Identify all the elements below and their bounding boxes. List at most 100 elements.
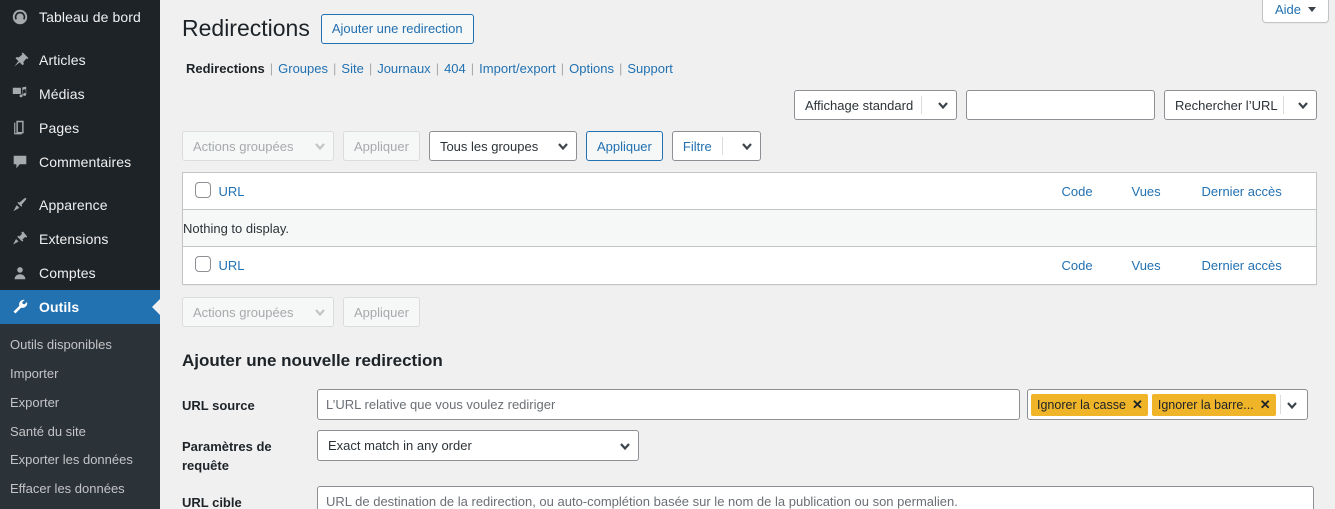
flag-chip-ignore-case[interactable]: Ignorer la casse ✕ [1031, 394, 1148, 416]
sidebar-item-users[interactable]: Comptes [0, 256, 160, 290]
subnav-item-404[interactable]: 404 [444, 61, 466, 76]
page-wrapper: Redirections Ajouter une redirection Red… [160, 0, 1335, 509]
sidebar-item-plugins[interactable]: Extensions [0, 222, 160, 256]
submenu-item-erase-personal-data[interactable]: Effacer les données [0, 475, 160, 504]
main-content: Aide Redirections Ajouter une redirectio… [160, 0, 1335, 509]
chip-label: Ignorer la casse [1037, 398, 1126, 412]
redirects-table: URL Code Vues Dernier accès Nothing to d… [182, 172, 1317, 285]
sidebar-item-pages[interactable]: Pages [0, 111, 160, 145]
plugin-icon [10, 229, 30, 249]
table-footer-row: URL Code Vues Dernier accès [183, 247, 1317, 285]
table-header-row: URL Code Vues Dernier accès [183, 173, 1317, 210]
add-redirect-form-title: Ajouter une nouvelle redirection [182, 351, 1317, 371]
sidebar-divider [0, 179, 160, 188]
bulk-actions-select[interactable]: Actions groupées [182, 131, 334, 161]
column-header-last-access[interactable]: Dernier accès [1202, 173, 1317, 210]
column-header-code[interactable]: Code [1062, 173, 1132, 210]
subnav-item-options[interactable]: Options [569, 61, 614, 76]
media-icon [10, 84, 30, 104]
submenu-item-import[interactable]: Importer [0, 360, 160, 389]
column-footer-url[interactable]: URL [219, 247, 1062, 285]
source-url-input[interactable] [317, 389, 1020, 420]
dashboard-icon [10, 7, 30, 27]
bulk-actions-select-bottom[interactable]: Actions groupées [182, 297, 334, 327]
display-mode-value: Affichage standard [805, 98, 913, 113]
add-redirect-form: URL source Ignorer la casse ✕ Ignorer la… [182, 389, 1317, 509]
bulk-apply-button[interactable]: Appliquer [343, 131, 420, 161]
source-flags-box[interactable]: Ignorer la casse ✕ Ignorer la barre... ✕ [1027, 389, 1308, 420]
chevron-down-icon[interactable] [1280, 395, 1304, 414]
bulk-actions-value: Actions groupées [193, 139, 293, 154]
sidebar-item-label: Commentaires [39, 155, 131, 169]
column-footer-code[interactable]: Code [1062, 247, 1132, 285]
subnav-separator: | [328, 61, 341, 76]
sidebar-item-posts[interactable]: Articles [0, 43, 160, 77]
subnav-item-groupes[interactable]: Groupes [278, 61, 328, 76]
search-input[interactable] [966, 90, 1155, 120]
query-params-select[interactable]: Exact match in any order [317, 430, 639, 461]
search-controls: Affichage standard Rechercher l’URL [794, 90, 1317, 120]
divider [921, 96, 922, 114]
sidebar-item-label: Extensions [39, 232, 108, 246]
target-url-label: URL cible [182, 486, 317, 509]
sidebar-item-label: Comptes [39, 266, 96, 280]
flag-chip-ignore-slash[interactable]: Ignorer la barre... ✕ [1152, 394, 1276, 416]
subnav-item-journaux[interactable]: Journaux [377, 61, 430, 76]
chevron-down-icon [550, 140, 576, 152]
subnav-separator: | [265, 61, 278, 76]
subnav-item-import-export[interactable]: Import/export [479, 61, 556, 76]
select-all-checkbox-footer[interactable] [195, 256, 211, 272]
add-redirect-button[interactable]: Ajouter une redirection [321, 14, 474, 44]
column-label: Vues [1132, 184, 1161, 199]
display-mode-select[interactable]: Affichage standard [794, 90, 957, 120]
subnav-item-support[interactable]: Support [627, 61, 673, 76]
source-url-controls: Ignorer la casse ✕ Ignorer la barre... ✕ [317, 389, 1317, 420]
close-icon[interactable]: ✕ [1132, 397, 1143, 413]
filter-value: Filtre [683, 139, 712, 154]
admin-sidebar: Tableau de bord Articles Médias Pages [0, 0, 160, 509]
column-label: Code [1062, 258, 1093, 273]
bulk-actions-value: Actions groupées [193, 305, 293, 320]
target-url-input[interactable] [317, 486, 1314, 509]
submenu-item-export-personal-data[interactable]: Exporter les données [0, 446, 160, 475]
sidebar-item-label: Apparence [39, 198, 108, 212]
subnav-item-redirections[interactable]: Redirections [186, 61, 265, 76]
query-params-label: Paramètres de requête [182, 430, 317, 476]
sidebar-divider [0, 34, 160, 43]
sidebar-item-tools[interactable]: Outils [0, 290, 160, 324]
sidebar-item-label: Pages [39, 121, 79, 135]
chevron-down-icon [930, 99, 956, 111]
sidebar-item-media[interactable]: Médias [0, 77, 160, 111]
column-footer-last-access[interactable]: Dernier accès [1202, 247, 1317, 285]
page-title: Redirections [182, 14, 310, 44]
sidebar-item-comments[interactable]: Commentaires [0, 145, 160, 179]
bulk-apply-button-bottom[interactable]: Appliquer [343, 297, 420, 327]
column-label: Dernier accès [1202, 184, 1282, 199]
select-all-header [183, 173, 219, 210]
filter-select[interactable]: Filtre [672, 131, 761, 161]
submenu-item-export[interactable]: Exporter [0, 389, 160, 418]
search-field-select[interactable]: Rechercher l’URL [1164, 90, 1317, 120]
group-filter-select[interactable]: Tous les groupes [429, 131, 577, 161]
help-tab-button[interactable]: Aide [1262, 0, 1329, 23]
select-all-checkbox[interactable] [195, 182, 211, 198]
column-label: Dernier accès [1202, 258, 1282, 273]
group-apply-button[interactable]: Appliquer [586, 131, 663, 161]
close-icon[interactable]: ✕ [1260, 397, 1271, 413]
subnav-item-site[interactable]: Site [341, 61, 363, 76]
sidebar-item-appearance[interactable]: Apparence [0, 188, 160, 222]
submenu-item-available-tools[interactable]: Outils disponibles [0, 331, 160, 360]
wordpress-admin-screen: Tableau de bord Articles Médias Pages [0, 0, 1335, 509]
query-params-controls: Exact match in any order [317, 430, 1317, 461]
help-tab-label: Aide [1275, 2, 1301, 17]
column-header-views[interactable]: Vues [1132, 173, 1202, 210]
divider [1283, 96, 1284, 114]
column-label: URL [219, 184, 245, 199]
divider [722, 137, 723, 155]
submenu-item-site-health[interactable]: Santé du site [0, 418, 160, 447]
subnav-separator: | [614, 61, 627, 76]
column-footer-views[interactable]: Vues [1132, 247, 1202, 285]
sidebar-item-dashboard[interactable]: Tableau de bord [0, 0, 160, 34]
appearance-brush-icon [10, 195, 30, 215]
column-header-url[interactable]: URL [219, 173, 1062, 210]
